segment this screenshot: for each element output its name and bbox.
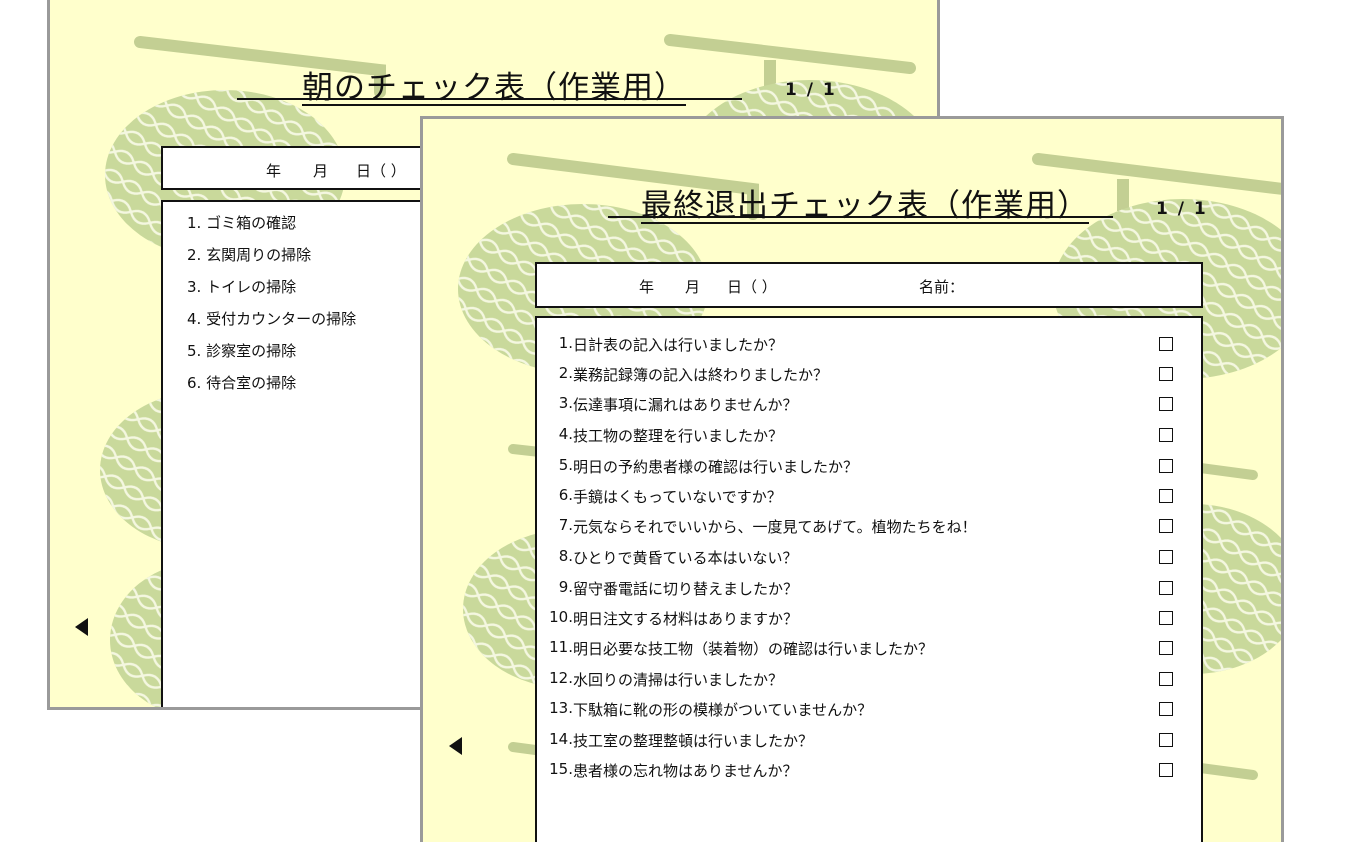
list-item: 2. 玄関周りの掃除 <box>187 246 312 264</box>
item-number: 10. <box>549 608 573 626</box>
item-number: 3. <box>558 394 573 412</box>
name-label: 名前： <box>919 278 965 296</box>
checklist-row: 10. 明日注文する材料はありますか？ <box>537 608 1177 638</box>
date-year-label: 年 <box>639 278 655 296</box>
item-number: 5. <box>558 456 573 474</box>
checklist-row: 11. 明日必要な技工物（装着物）の確認は行いましたか？ <box>537 638 1177 668</box>
item-text: 伝達事項に漏れはありませんか？ <box>573 396 798 414</box>
slide-title: 最終退出チェック表（作業用） <box>641 188 1089 224</box>
item-number: 7. <box>558 516 573 534</box>
item-number: 14. <box>549 730 573 748</box>
slide-final-exit-checklist: 最終退出チェック表（作業用） 1 / 1 年 月 日（ ） 名前： 1. 日計表… <box>420 116 1284 842</box>
item-number: 11. <box>549 638 573 656</box>
item-text: 元気ならそれでいいから、一度見てあげて。植物たちをね！ <box>573 518 977 536</box>
page-number: 1 / 1 <box>785 80 837 100</box>
list-item: 4. 受付カウンターの掃除 <box>187 310 357 328</box>
item-text: 水回りの清掃は行いましたか？ <box>573 671 784 689</box>
checkbox[interactable] <box>1159 519 1173 533</box>
checklist-box: 1. 日計表の記入は行いましたか？ 2. 業務記録簿の記入は終わりましたか？ 3… <box>535 316 1203 842</box>
item-number: 1. <box>558 334 573 352</box>
checkbox[interactable] <box>1159 550 1173 564</box>
list-item: 6. 待合室の掃除 <box>187 374 297 392</box>
checkbox[interactable] <box>1159 397 1173 411</box>
item-number: 13. <box>549 699 573 717</box>
item-number: 4. <box>558 425 573 443</box>
date-day-label: 日（ ） <box>727 278 777 296</box>
item-number: 12. <box>549 669 573 687</box>
triangle-left-icon[interactable] <box>75 618 88 636</box>
checklist-row: 1. 日計表の記入は行いましたか？ <box>537 334 1177 364</box>
checkbox[interactable] <box>1159 702 1173 716</box>
triangle-left-icon[interactable] <box>449 737 462 755</box>
checklist-row: 2. 業務記録簿の記入は終わりましたか？ <box>537 364 1177 394</box>
checkbox[interactable] <box>1159 489 1173 503</box>
item-number: 6. <box>558 486 573 504</box>
slide-title: 朝のチェック表（作業用） <box>302 70 686 106</box>
list-item: 3. トイレの掃除 <box>187 278 297 296</box>
item-text: 技工物の整理を行いましたか？ <box>573 427 784 445</box>
item-text: 日計表の記入は行いましたか？ <box>573 336 784 354</box>
item-text: 手鏡はくもっていないですか？ <box>573 488 782 506</box>
item-number: 9. <box>558 578 573 596</box>
item-text: 明日の予約患者様の確認は行いましたか？ <box>573 458 859 476</box>
checklist: 1. ゴミ箱の確認 2. 玄関周りの掃除 3. トイレの掃除 4. 受付カウンタ… <box>187 212 356 404</box>
checkbox[interactable] <box>1159 459 1173 473</box>
checklist-row: 6. 手鏡はくもっていないですか？ <box>537 486 1177 516</box>
item-text: 明日注文する材料はありますか？ <box>573 610 799 628</box>
item-text: ひとりで黄昏ている本はいない？ <box>573 549 798 567</box>
item-text: 患者様の忘れ物はありませんか？ <box>573 762 798 780</box>
item-text: 技工室の整理整頓は行いましたか？ <box>573 732 814 750</box>
item-number: 8. <box>558 547 573 565</box>
item-text: 明日必要な技工物（装着物）の確認は行いましたか？ <box>573 640 934 658</box>
checklist-row: 4. 技工物の整理を行いましたか？ <box>537 425 1177 455</box>
item-text: 下駄箱に靴の形の模様がついていませんか？ <box>573 701 873 719</box>
checklist-row: 15. 患者様の忘れ物はありませんか？ <box>537 760 1177 790</box>
checkbox[interactable] <box>1159 611 1173 625</box>
list-item: 5. 診察室の掃除 <box>187 342 297 360</box>
item-text: 業務記録簿の記入は終わりましたか？ <box>573 366 829 384</box>
checklist-row: 5. 明日の予約患者様の確認は行いましたか？ <box>537 456 1177 486</box>
checklist-row: 12. 水回りの清掃は行いましたか？ <box>537 669 1177 699</box>
checklist-row: 8. ひとりで黄昏ている本はいない？ <box>537 547 1177 577</box>
checkbox[interactable] <box>1159 641 1173 655</box>
date-name-field-box: 年 月 日（ ） 名前： <box>535 262 1203 308</box>
checkbox[interactable] <box>1159 581 1173 595</box>
checklist-row: 13. 下駄箱に靴の形の模様がついていませんか？ <box>537 699 1177 729</box>
checklist-row: 3. 伝達事項に漏れはありませんか？ <box>537 394 1177 424</box>
checkbox[interactable] <box>1159 763 1173 777</box>
date-year-label: 年 <box>266 162 282 180</box>
item-text: 留守番電話に切り替えましたか？ <box>573 580 799 598</box>
checkbox[interactable] <box>1159 733 1173 747</box>
checklist-row: 9. 留守番電話に切り替えましたか？ <box>537 578 1177 608</box>
item-number: 15. <box>549 760 573 778</box>
checklist-row: 14. 技工室の整理整頓は行いましたか？ <box>537 730 1177 760</box>
list-item: 1. ゴミ箱の確認 <box>187 214 297 232</box>
item-number: 2. <box>558 364 573 382</box>
checkbox[interactable] <box>1159 337 1173 351</box>
checklist-row: 7. 元気ならそれでいいから、一度見てあげて。植物たちをね！ <box>537 516 1177 546</box>
checkbox[interactable] <box>1159 367 1173 381</box>
date-month-label: 月 <box>685 278 701 296</box>
date-day-label: 日（ ） <box>356 162 406 180</box>
page-number: 1 / 1 <box>1156 199 1208 219</box>
checkbox[interactable] <box>1159 428 1173 442</box>
checkbox[interactable] <box>1159 672 1173 686</box>
date-month-label: 月 <box>313 162 329 180</box>
